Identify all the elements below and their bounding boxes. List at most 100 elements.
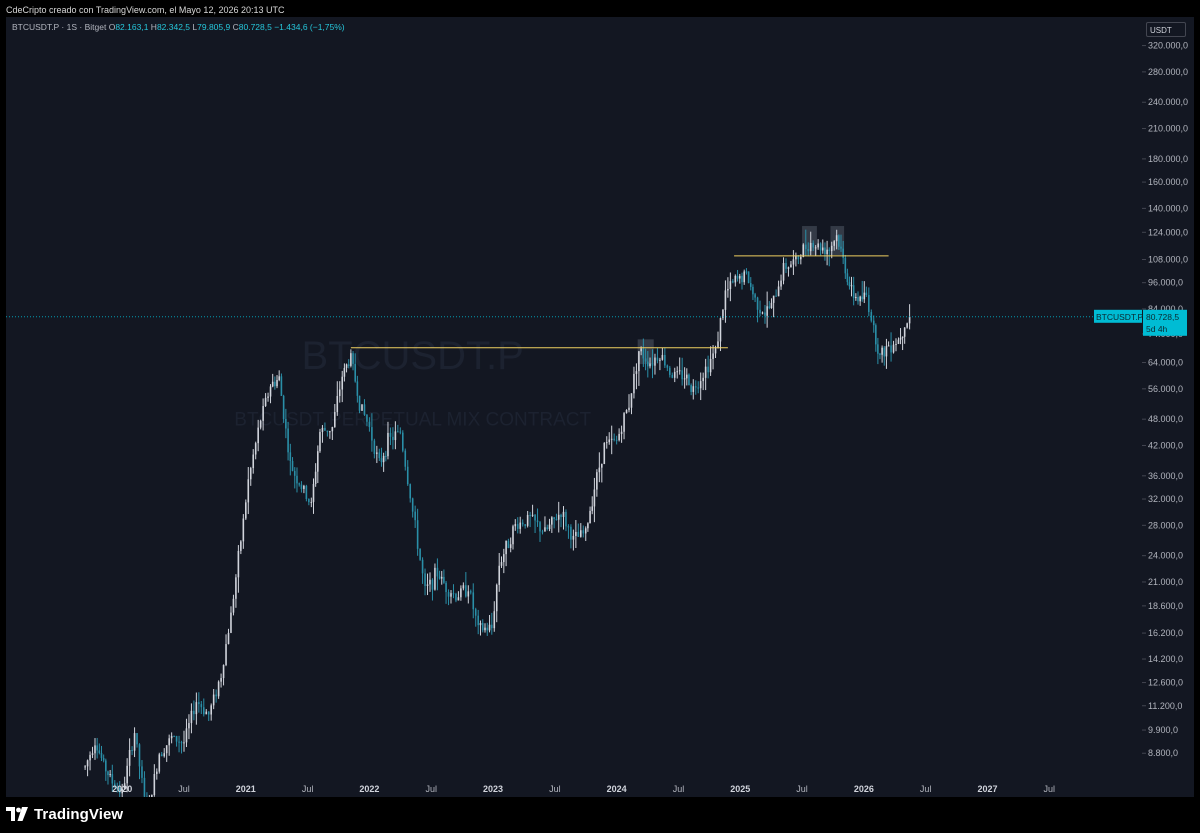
candle-body[interactable] [245, 502, 247, 519]
candle-body[interactable] [481, 622, 484, 631]
candle-body[interactable] [690, 385, 692, 392]
candle-body[interactable] [560, 514, 562, 517]
candle-body[interactable] [865, 292, 868, 296]
candle-body[interactable] [895, 343, 897, 345]
candle-body[interactable] [96, 745, 98, 751]
candle-body[interactable] [438, 576, 441, 579]
candle-body[interactable] [368, 421, 371, 428]
candle-body[interactable] [850, 285, 853, 287]
price-chart[interactable]: BTCUSDT.PBTCUSDT PERPETUAL MIX CONTRACT3… [6, 17, 1194, 797]
candle-body[interactable] [447, 592, 450, 597]
candle-body[interactable] [777, 286, 780, 297]
candle-body[interactable] [107, 771, 109, 776]
candle-body[interactable] [293, 470, 296, 476]
candle-body[interactable] [551, 517, 553, 525]
candle-body[interactable] [227, 632, 230, 645]
candle-body[interactable] [254, 443, 257, 455]
candle-body[interactable] [656, 357, 659, 361]
candle-body[interactable] [899, 337, 902, 340]
candle-body[interactable] [469, 591, 472, 593]
candle-body[interactable] [852, 285, 855, 299]
candle-body[interactable] [298, 483, 301, 485]
candle-body[interactable] [857, 297, 859, 302]
candle-body[interactable] [729, 281, 732, 290]
candle-body[interactable] [582, 530, 585, 534]
candle-body[interactable] [877, 344, 879, 354]
candles-group[interactable] [84, 229, 911, 797]
candle-body[interactable] [531, 514, 534, 516]
candle-body[interactable] [635, 371, 638, 374]
candle-body[interactable] [397, 431, 399, 433]
candle-body[interactable] [780, 280, 782, 287]
candle-body[interactable] [285, 418, 287, 429]
candle-body[interactable] [685, 374, 688, 379]
candle-body[interactable] [692, 386, 695, 392]
candle-body[interactable] [84, 766, 86, 768]
candle-body[interactable] [887, 345, 890, 347]
candle-body[interactable] [222, 664, 225, 679]
candle-body[interactable] [702, 377, 704, 382]
candle-body[interactable] [512, 526, 514, 545]
candle-body[interactable] [486, 627, 489, 631]
candle-body[interactable] [232, 598, 235, 613]
candle-body[interactable] [170, 736, 173, 739]
candle-body[interactable] [443, 576, 445, 583]
candle-body[interactable] [555, 518, 558, 520]
symbol-legend[interactable]: BTCUSDT.P · 1S · Bitget O82.163,1 H82.34… [12, 21, 345, 33]
candle-body[interactable] [207, 711, 210, 715]
candle-body[interactable] [846, 273, 849, 283]
candle-body[interactable] [394, 431, 397, 441]
symbol-line[interactable]: BTCUSDT.P · 1S · Bitget [12, 22, 106, 32]
candle-body[interactable] [308, 498, 310, 503]
candle-body[interactable] [638, 351, 640, 372]
candle-body[interactable] [544, 527, 546, 532]
candle-body[interactable] [173, 736, 175, 738]
candle-body[interactable] [883, 347, 886, 357]
candle-body[interactable] [376, 452, 378, 454]
candle-body[interactable] [414, 511, 416, 521]
candle-body[interactable] [91, 753, 94, 755]
candle-body[interactable] [797, 256, 800, 260]
candle-body[interactable] [100, 752, 103, 759]
candle-body[interactable] [601, 463, 603, 468]
candle-body[interactable] [271, 381, 274, 387]
candle-body[interactable] [688, 374, 690, 386]
candle-body[interactable] [419, 548, 421, 560]
candle-body[interactable] [136, 733, 138, 745]
candle-body[interactable] [885, 346, 888, 357]
candle-body[interactable] [610, 438, 613, 440]
candle-body[interactable] [215, 694, 217, 697]
candle-body[interactable] [826, 249, 828, 255]
candle-body[interactable] [111, 774, 114, 784]
candle-body[interactable] [605, 442, 608, 444]
candle-body[interactable] [712, 353, 714, 359]
candle-body[interactable] [264, 397, 267, 406]
candle-body[interactable] [156, 771, 158, 774]
candle-body[interactable] [546, 527, 549, 530]
candle-body[interactable] [183, 742, 185, 744]
candle-body[interactable] [897, 339, 900, 344]
candle-body[interactable] [521, 522, 524, 525]
candle-body[interactable] [361, 404, 363, 411]
candle-body[interactable] [373, 440, 376, 454]
candle-body[interactable] [514, 524, 517, 527]
candle-body[interactable] [472, 592, 475, 610]
candle-body[interactable] [630, 393, 633, 408]
candle-body[interactable] [190, 710, 193, 724]
candle-body[interactable] [455, 593, 457, 601]
candle-body[interactable] [651, 363, 654, 366]
candle-body[interactable] [752, 286, 754, 295]
last-price-label[interactable]: BTCUSDT.P 80.728,5 5d 4h [1094, 309, 1187, 336]
candle-body[interactable] [593, 489, 596, 507]
candle-body[interactable] [198, 702, 200, 705]
candle-body[interactable] [180, 742, 183, 744]
candle-body[interactable] [821, 247, 824, 251]
candle-body[interactable] [467, 591, 470, 597]
candle-body[interactable] [102, 758, 105, 761]
candle-body[interactable] [434, 567, 436, 590]
candle-body[interactable] [567, 526, 570, 528]
candle-body[interactable] [654, 357, 656, 366]
candle-body[interactable] [128, 750, 131, 766]
candle-body[interactable] [516, 524, 519, 529]
candle-body[interactable] [659, 359, 661, 361]
